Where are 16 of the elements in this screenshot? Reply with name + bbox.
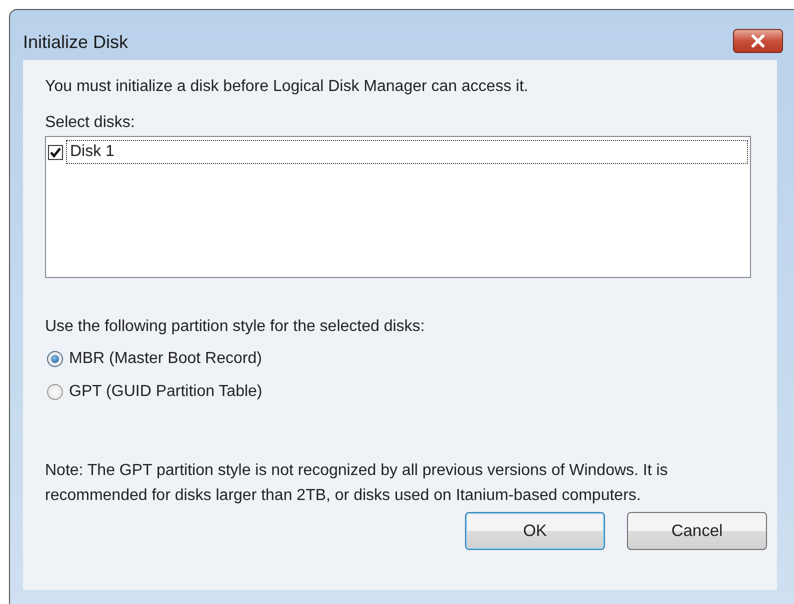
note-text: Note: The GPT partition style is not recognized by all previous versions of Windows. It is recommended for disks larger than 2TB, or disks used on Itanium-based computers. bbox=[45, 461, 669, 506]
radio-button[interactable] bbox=[47, 350, 63, 366]
ok-button[interactable]: OK bbox=[465, 512, 605, 550]
disk-item[interactable]: Disk 1 bbox=[66, 140, 748, 164]
close-icon bbox=[749, 34, 767, 48]
disks-label: Select disks: bbox=[45, 114, 136, 133]
close-button[interactable] bbox=[733, 29, 783, 53]
partition-style-label: Use the following partition style for the selected disks: bbox=[45, 318, 426, 337]
checkbox[interactable] bbox=[48, 144, 63, 160]
radio-label[interactable]: MBR (Master Boot Record) bbox=[69, 350, 262, 368]
radio-label[interactable]: GPT (GUID Partition Table) bbox=[69, 382, 262, 400]
window-title: Initialize Disk bbox=[23, 32, 128, 52]
radio-button[interactable] bbox=[47, 384, 63, 400]
cancel-button[interactable]: Cancel bbox=[627, 512, 767, 550]
instruction-text: You must initialize a disk before Logical Disk Manager can access it. bbox=[45, 78, 530, 97]
disk-list[interactable]: Disk 1 bbox=[45, 136, 751, 278]
